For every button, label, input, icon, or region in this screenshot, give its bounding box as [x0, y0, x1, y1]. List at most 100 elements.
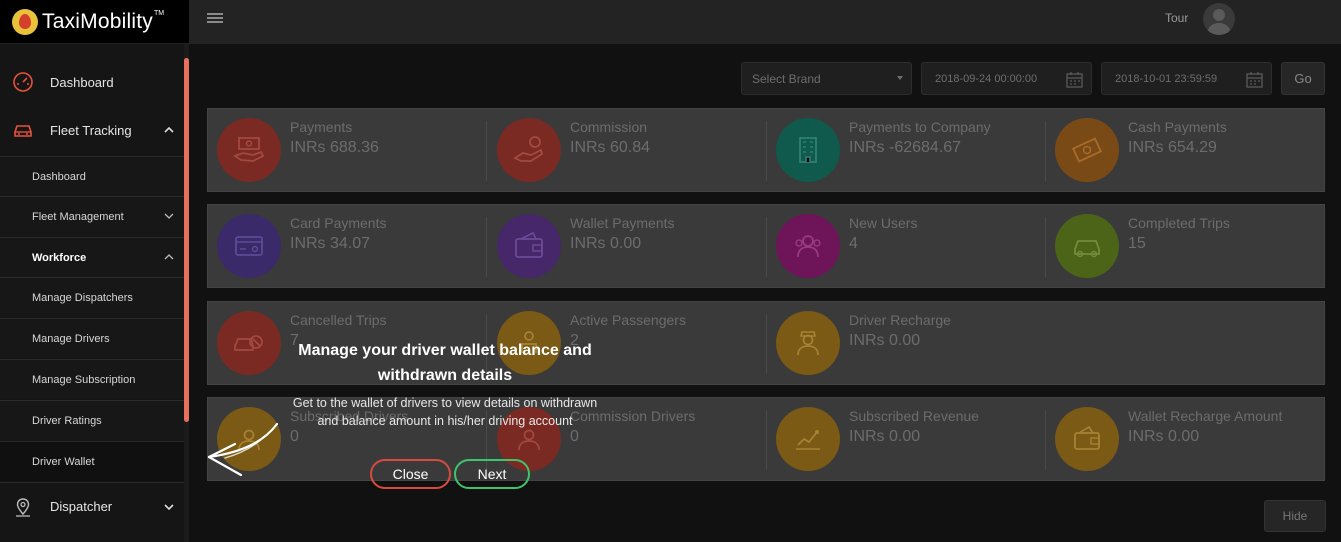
brand-name: TaxiMobility [42, 9, 153, 33]
chevron-up-icon [164, 126, 174, 133]
stat-value: INRs 60.84 [570, 139, 651, 156]
building-icon [776, 118, 840, 182]
stat-card-completed-trips[interactable]: Completed Trips 15 [1046, 205, 1325, 289]
stat-value: 4 [849, 235, 858, 252]
sidebar-item-label: Dispatcher [50, 499, 113, 514]
stat-card-payments[interactable]: Payments INRs 688.36 [208, 109, 487, 193]
map-pin-icon [12, 496, 34, 518]
sidebar-item-label: Driver Ratings [32, 414, 102, 427]
stat-label: Driver Recharge [849, 312, 951, 328]
stat-value: INRs 654.29 [1128, 139, 1217, 156]
tour-tip-title: Manage your driver wallet balance and wi… [298, 342, 592, 384]
stat-label: Completed Trips [1128, 215, 1230, 231]
brand-select[interactable]: Select Brand [741, 62, 912, 95]
stat-label: Subscribed Revenue [849, 408, 979, 424]
sidebar-item-label: Driver Wallet [32, 455, 95, 468]
date-to-value: 2018-10-01 23:59:59 [1115, 72, 1218, 85]
stat-value: 0 [290, 428, 299, 445]
date-from-value: 2018-09-24 00:00:00 [935, 72, 1038, 85]
stat-value: INRs 0.00 [849, 332, 921, 349]
users-icon [776, 214, 840, 278]
stat-value: 0 [570, 428, 579, 445]
divider [486, 217, 487, 277]
sidebar-item-dashboard[interactable]: Dashboard [0, 58, 184, 106]
stat-label: Payments [290, 119, 353, 135]
stat-card-new-users[interactable]: New Users 4 [767, 205, 1046, 289]
stats-row-1: Payments INRs 688.36 Commission INRs 60.… [207, 108, 1325, 192]
revenue-chart-icon [776, 407, 840, 471]
chevron-down-icon [164, 504, 174, 511]
sidebar-item-dispatcher[interactable]: Dispatcher [0, 482, 184, 530]
calendar-icon[interactable] [1246, 71, 1263, 88]
credit-card-icon [217, 214, 281, 278]
payment-hand-icon [217, 118, 281, 182]
stat-label: Active Passengers [570, 312, 686, 328]
sidebar-subitem-manage-dispatchers[interactable]: Manage Dispatchers [0, 277, 184, 317]
stat-label: Cancelled Trips [290, 312, 387, 328]
sidebar-subitem-manage-subscription[interactable]: Manage Subscription [0, 359, 184, 399]
sidebar-subitem-driver-ratings[interactable]: Driver Ratings [0, 400, 184, 440]
hamburger-menu-icon[interactable] [207, 13, 223, 25]
sidebar-subitem-fleet-management[interactable]: Fleet Management [0, 196, 184, 236]
trademark: TM [153, 10, 165, 17]
wallet-recharge-icon [1055, 407, 1119, 471]
tour-next-button[interactable]: Next [454, 459, 530, 489]
sidebar-subitem-dashboard[interactable]: Dashboard [0, 156, 184, 196]
sidebar-scrollbar-thumb[interactable] [184, 58, 189, 422]
sidebar-subitem-driver-wallet[interactable]: Driver Wallet [0, 441, 184, 481]
stat-value: INRs 0.00 [1128, 428, 1200, 445]
calendar-icon[interactable] [1066, 71, 1083, 88]
stat-card-wallet-payments[interactable]: Wallet Payments INRs 0.00 [488, 205, 767, 289]
user-avatar[interactable] [1203, 3, 1235, 35]
stat-label: Wallet Recharge Amount [1128, 408, 1283, 424]
date-to-field[interactable]: 2018-10-01 23:59:59 [1101, 62, 1272, 95]
sidebar-subitem-workforce[interactable]: Workforce [0, 237, 184, 277]
app-logo[interactable]: TaxiMobility TM [0, 0, 189, 44]
stat-card-subscribed-revenue[interactable]: Subscribed Revenue INRs 0.00 [767, 398, 1046, 482]
brand-select-placeholder: Select Brand [752, 71, 821, 86]
sidebar-subitem-manage-drivers[interactable]: Manage Drivers [0, 318, 184, 358]
stat-value: 15 [1128, 235, 1146, 252]
wallet-icon [497, 214, 561, 278]
stat-card-payments-to-company[interactable]: Payments to Company INRs -62684.67 [767, 109, 1046, 193]
tour-close-button[interactable]: Close [370, 459, 451, 489]
driver-icon [776, 311, 840, 375]
stat-card-commission[interactable]: Commission INRs 60.84 [488, 109, 767, 193]
go-button[interactable]: Go [1281, 62, 1325, 95]
sidebar-item-label: Manage Subscription [32, 373, 136, 386]
divider [486, 121, 487, 181]
hide-button[interactable]: Hide [1264, 500, 1326, 532]
tour-tip-description: Get to the wallet of drivers to view det… [292, 396, 598, 428]
stat-value: INRs 0.00 [849, 428, 921, 445]
stat-value: INRs -62684.67 [849, 139, 962, 156]
sidebar-item-label: Dashboard [50, 74, 114, 90]
stat-value: INRs 0.00 [570, 235, 642, 252]
sidebar-item-fleet-tracking[interactable]: Fleet Tracking [0, 106, 184, 154]
car-outline-icon [1055, 214, 1119, 278]
top-bar: Tour [189, 0, 1341, 44]
stat-label: Wallet Payments [570, 215, 675, 231]
sidebar-item-label: Fleet Tracking [50, 122, 132, 138]
stat-label: Cash Payments [1128, 119, 1227, 135]
date-from-field[interactable]: 2018-09-24 00:00:00 [921, 62, 1092, 95]
stat-label: Payments to Company [849, 119, 991, 135]
cash-icon [1055, 118, 1119, 182]
dropdown-caret-icon [897, 76, 903, 80]
stat-label: New Users [849, 215, 918, 231]
tour-link[interactable]: Tour [1165, 11, 1188, 25]
sidebar-item-label: Fleet Management [32, 210, 124, 223]
stat-label: Commission [570, 119, 648, 135]
stat-card-cash-payments[interactable]: Cash Payments INRs 654.29 [1046, 109, 1325, 193]
stats-row-2: Card Payments INRs 34.07 Wallet Payments… [207, 204, 1325, 288]
speedometer-icon [12, 71, 34, 93]
car-icon [12, 119, 34, 141]
sidebar-item-label: Manage Dispatchers [32, 291, 133, 304]
sidebar: TaxiMobility TM Dashboard Fleet Tracking… [0, 0, 189, 542]
sidebar-item-label: Dashboard [32, 170, 86, 183]
stat-card-wallet-recharge-amount[interactable]: Wallet Recharge Amount INRs 0.00 [1046, 398, 1325, 482]
car-cancel-icon [217, 311, 281, 375]
sidebar-item-label: Workforce [32, 251, 87, 264]
stat-card-card-payments[interactable]: Card Payments INRs 34.07 [208, 205, 487, 289]
taxi-pin-logo-icon [12, 8, 38, 35]
stat-card-driver-recharge[interactable]: Driver Recharge INRs 0.00 [767, 302, 1046, 386]
